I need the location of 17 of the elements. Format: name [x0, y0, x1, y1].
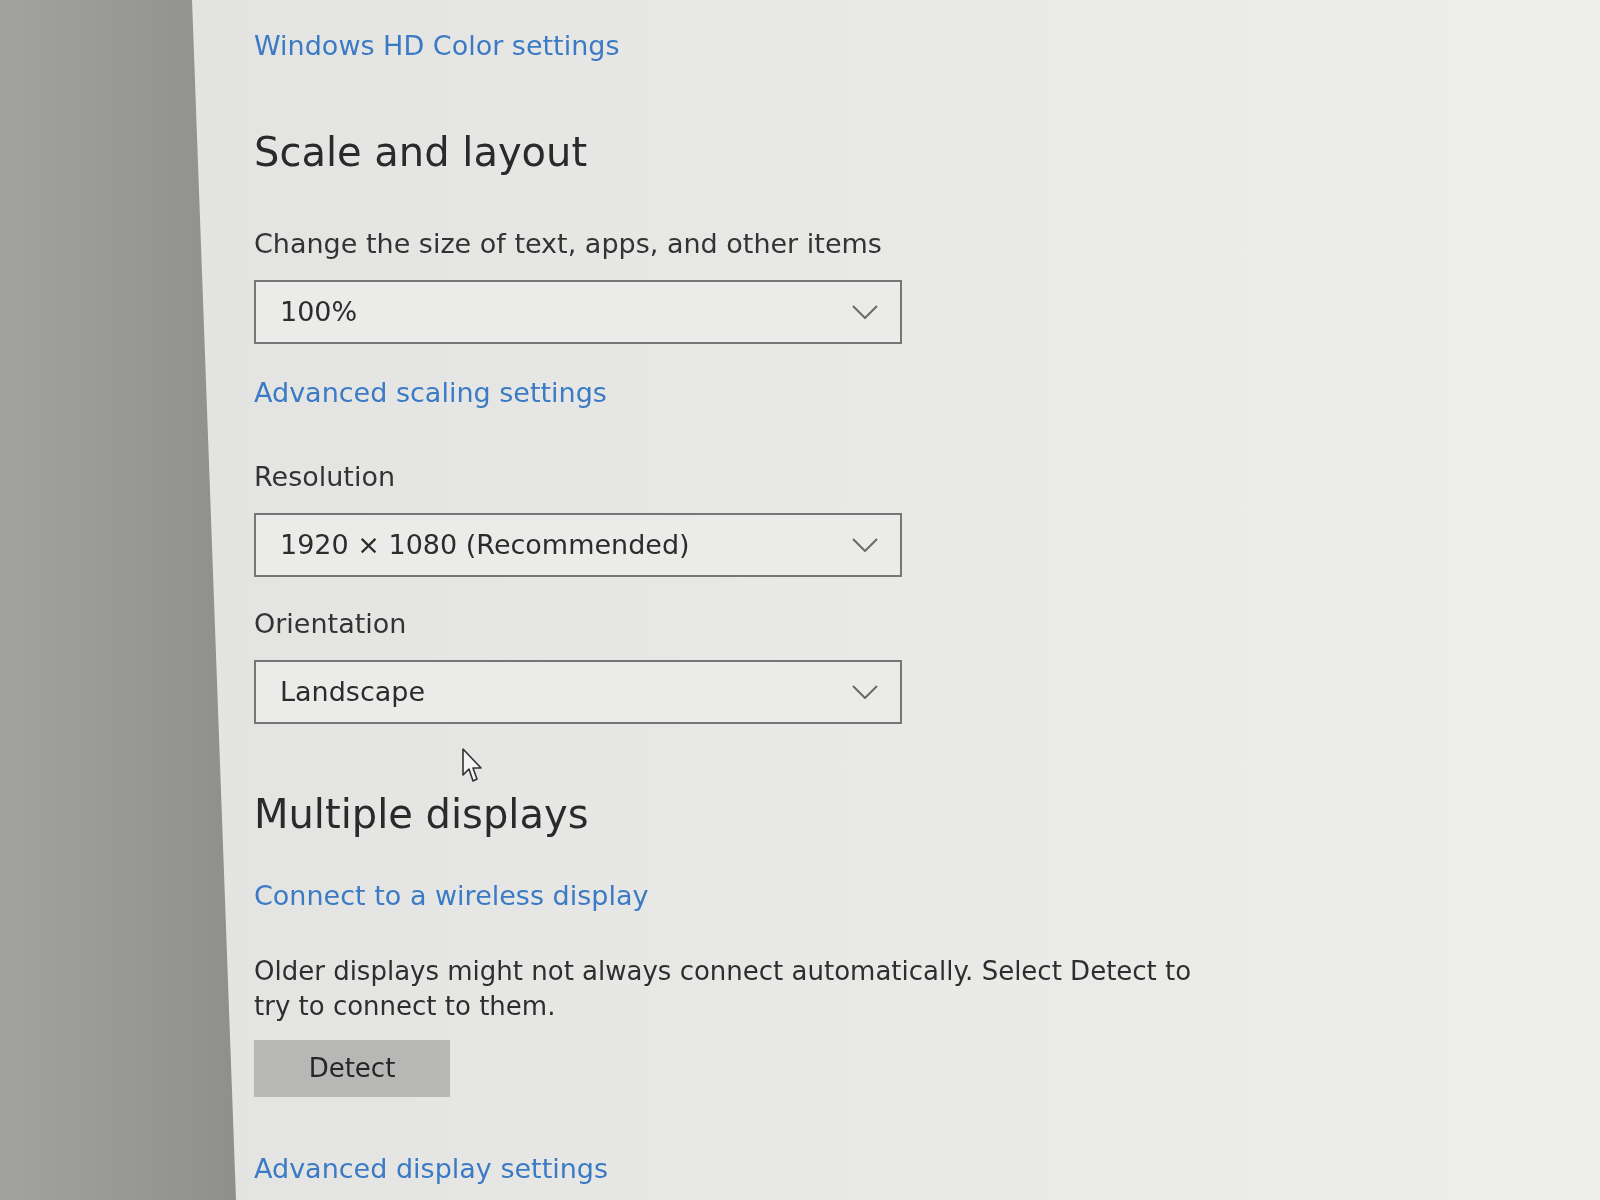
field-label: Change the size of text, apps, and other items — [254, 228, 882, 260]
field-label: Resolution — [254, 461, 396, 493]
chevron-down-icon — [852, 305, 878, 319]
settings-link[interactable]: Connect to a wireless display — [254, 880, 649, 912]
settings-link[interactable]: Advanced scaling settings — [254, 377, 607, 409]
section-heading: Scale and layout — [254, 128, 589, 176]
button[interactable]: Detect — [254, 1040, 450, 1097]
chevron-down-icon — [852, 538, 878, 552]
dropdown[interactable]: 100% — [254, 280, 902, 344]
section-heading: Multiple displays — [254, 790, 590, 838]
chevron-down-icon — [852, 685, 878, 699]
settings-link[interactable]: Windows HD Color settings — [254, 30, 620, 62]
dropdown[interactable]: Landscape — [254, 660, 902, 724]
settings-link[interactable]: Advanced display settings — [254, 1153, 609, 1185]
dropdown[interactable]: 1920 × 1080 (Recommended) — [254, 513, 902, 577]
description-text: Older displays might not always connect automatically. Select Detect to try to connect to them. — [254, 955, 1193, 1023]
field-label: Orientation — [254, 608, 407, 640]
